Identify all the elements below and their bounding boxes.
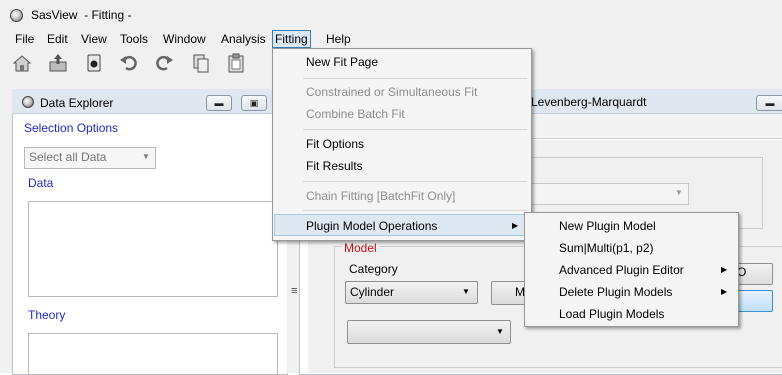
menu-item-chain-fitting[interactable]: Chain Fitting [BatchFit Only] xyxy=(306,189,455,203)
minimize-icon: ▬ xyxy=(765,97,775,108)
redo-icon[interactable] xyxy=(153,52,175,74)
focused-button[interactable] xyxy=(737,290,773,312)
chevron-down-icon: ▼ xyxy=(496,327,504,336)
menu-item-load-plugin-models[interactable]: Load Plugin Models xyxy=(559,307,664,321)
menu-window[interactable]: Window xyxy=(161,30,208,48)
minimize-button[interactable]: ▬ xyxy=(206,95,232,111)
selection-options-label: Selection Options xyxy=(24,121,119,135)
fit-minimize-button[interactable]: ▬ xyxy=(756,95,782,111)
menu-item-delete-plugin-models[interactable]: Delete Plugin Models xyxy=(559,285,672,299)
theory-list[interactable] xyxy=(28,333,278,375)
menu-tools[interactable]: Tools xyxy=(118,30,150,48)
open-data-icon[interactable] xyxy=(47,52,69,74)
menu-item-sum-multi[interactable]: Sum|Multi(p1, p2) xyxy=(559,241,653,255)
paste-icon[interactable] xyxy=(225,52,247,74)
menu-item-advanced-plugin-editor[interactable]: Advanced Plugin Editor xyxy=(559,263,684,277)
minimize-icon: ▬ xyxy=(214,97,224,108)
menu-item-fit-results[interactable]: Fit Results xyxy=(306,159,363,173)
submenu-arrow-icon: ▶ xyxy=(721,287,728,296)
menu-separator xyxy=(303,210,527,211)
model-label: Model xyxy=(342,241,379,255)
menu-help[interactable]: Help xyxy=(324,30,353,48)
menu-separator xyxy=(303,181,527,182)
report-icon[interactable] xyxy=(83,52,105,74)
menu-file[interactable]: File xyxy=(13,30,36,48)
data-list[interactable] xyxy=(28,201,278,297)
category-value: Cylinder xyxy=(350,285,395,299)
app-icon xyxy=(10,9,23,22)
data-explorer-icon xyxy=(22,96,34,108)
fit-window-title: Levenberg-Marquardt xyxy=(531,95,647,109)
window-title: SasView - Fitting - xyxy=(31,8,132,22)
data-label: Data xyxy=(28,176,54,190)
menu-separator xyxy=(303,78,527,79)
menu-item-constrained-fit[interactable]: Constrained or Simultaneous Fit xyxy=(306,85,477,99)
menu-item-new-plugin-model[interactable]: New Plugin Model xyxy=(559,219,656,233)
data-combo[interactable] xyxy=(531,183,689,205)
category-label: Category xyxy=(349,262,398,276)
home-icon[interactable] xyxy=(11,52,33,74)
menu-item-new-fit-page[interactable]: New Fit Page xyxy=(306,55,378,69)
copy-icon[interactable] xyxy=(190,52,212,74)
data-explorer-title: Data Explorer xyxy=(40,96,114,110)
submenu-arrow-icon: ▶ xyxy=(512,221,519,230)
restore-icon: ▣ xyxy=(249,97,259,108)
menu-analysis[interactable]: Analysis xyxy=(219,30,268,48)
menu-item-fit-options[interactable]: Fit Options xyxy=(306,137,364,151)
menu-item-combine-batch-fit[interactable]: Combine Batch Fit xyxy=(306,107,405,121)
submenu-arrow-icon: ▶ xyxy=(721,265,728,274)
menu-item-plugin-model-operations[interactable]: Plugin Model Operations xyxy=(306,219,437,233)
menu-fitting[interactable]: Fitting xyxy=(272,30,311,48)
menu-edit[interactable]: Edit xyxy=(45,30,70,48)
menu-separator xyxy=(303,129,527,130)
model-combo[interactable] xyxy=(347,320,511,344)
chevron-down-icon: ▼ xyxy=(675,188,683,197)
splitter-grip-icon[interactable]: ≡ xyxy=(291,285,297,297)
menu-view[interactable]: View xyxy=(79,30,109,48)
chevron-down-icon: ▼ xyxy=(142,152,150,161)
restore-button[interactable]: ▣ xyxy=(241,95,267,111)
undo-icon[interactable] xyxy=(118,52,140,74)
theory-label: Theory xyxy=(28,308,66,322)
select-data-value: Select all Data xyxy=(29,150,107,164)
chevron-down-icon: ▼ xyxy=(462,287,470,296)
